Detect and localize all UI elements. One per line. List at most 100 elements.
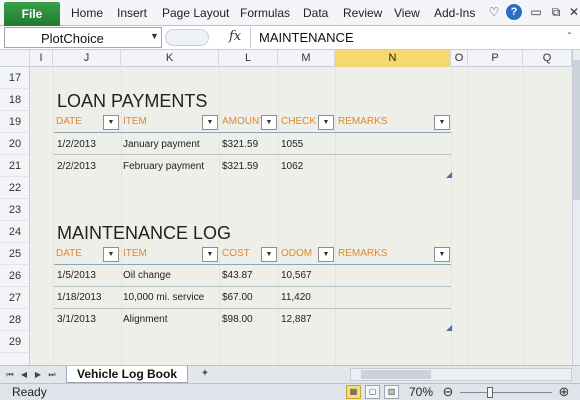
file-tab[interactable]: File [4,2,60,26]
loan-cell-item[interactable]: January payment [123,139,200,150]
tab-add-ins[interactable]: Add-Ins [434,6,475,20]
row-header[interactable]: 29 [0,331,29,353]
filter-dropdown-icon[interactable]: ▼ [261,247,277,262]
loan-cell-item[interactable]: February payment [123,161,204,172]
loan-cell-amount[interactable]: $321.59 [222,139,258,150]
loan-cell-date[interactable]: 1/2/2013 [57,139,96,150]
maint-cell-cost[interactable]: $67.00 [222,292,253,303]
loan-cell-check[interactable]: 1055 [281,139,303,150]
zoom-in-icon[interactable]: ⊕ [557,384,571,399]
maint-header-item: ITEM [123,248,147,259]
tab-review[interactable]: Review [343,6,382,20]
maint-cell-cost[interactable]: $98.00 [222,314,253,325]
loan-cell-amount[interactable]: $321.59 [222,161,258,172]
row-rule [54,154,451,155]
filter-dropdown-icon[interactable]: ▼ [318,247,334,262]
function-icon[interactable]: fx [229,29,241,44]
worksheet-grid[interactable]: LOAN PAYMENTS DATE ▼ ITEM ▼ AMOUNT ▼ CHE… [30,67,572,365]
chevron-down-icon[interactable]: ▼ [150,31,159,41]
maint-cell-date[interactable]: 3/1/2013 [57,314,96,325]
tab-data[interactable]: Data [303,6,328,20]
horizontal-scroll-thumb[interactable] [361,370,431,379]
filter-dropdown-icon[interactable]: ▼ [318,115,334,130]
row-header[interactable]: 24 [0,221,29,243]
row-header[interactable]: 27 [0,287,29,309]
horizontal-scrollbar[interactable] [350,368,572,381]
filter-dropdown-icon[interactable]: ▼ [202,115,218,130]
zoom-level[interactable]: 70% [409,385,433,399]
row-header[interactable]: 18 [0,89,29,111]
table-resize-handle[interactable]: ◢ [446,170,452,179]
maint-cell-odom[interactable]: 12,887 [281,314,312,325]
help-icon[interactable]: ? [506,4,522,20]
insert-sheet-icon[interactable]: ✦ [197,368,213,381]
column-header-n[interactable]: N [335,50,451,67]
formula-input[interactable]: MAINTENANCE [250,27,576,48]
maint-header-odom: ODOM [281,248,313,259]
gridline [523,67,524,365]
loan-cell-date[interactable]: 2/2/2013 [57,161,96,172]
page-layout-view-icon[interactable]: ▢ [365,385,380,399]
expand-formula-icon[interactable]: ⌃ [566,31,573,40]
column-header-q[interactable]: Q [523,50,572,67]
maint-cell-item[interactable]: 10,000 mi. service [123,292,204,303]
row-header[interactable]: 21 [0,155,29,177]
next-sheet-icon[interactable]: ▶ [32,368,44,381]
tab-view[interactable]: View [394,6,420,20]
row-header[interactable]: 26 [0,265,29,287]
filter-dropdown-icon[interactable]: ▼ [434,247,450,262]
column-header-j[interactable]: J [53,50,121,67]
column-header-o[interactable]: O [451,50,468,67]
filter-dropdown-icon[interactable]: ▼ [202,247,218,262]
filter-dropdown-icon[interactable]: ▼ [103,247,119,262]
maint-cell-item[interactable]: Oil change [123,270,171,281]
column-header-i[interactable]: I [30,50,53,67]
row-header[interactable]: 28 [0,309,29,331]
tab-home[interactable]: Home [71,6,103,20]
name-box[interactable]: PlotChoice ▼ [4,27,162,48]
row-header[interactable]: 20 [0,133,29,155]
column-header-p[interactable]: P [468,50,523,67]
normal-view-icon[interactable]: ▦ [346,385,361,399]
first-sheet-icon[interactable]: ⏮ [4,368,16,381]
loan-header-date: DATE [56,116,82,127]
vertical-scrollbar[interactable] [572,50,580,365]
row-header[interactable]: 23 [0,199,29,221]
row-header[interactable]: 25 [0,243,29,265]
page-break-view-icon[interactable]: ▥ [384,385,399,399]
filter-dropdown-icon[interactable]: ▼ [103,115,119,130]
select-all-corner[interactable] [0,50,30,67]
column-header-k[interactable]: K [121,50,219,67]
maint-cell-date[interactable]: 1/18/2013 [57,292,102,303]
column-header-l[interactable]: L [219,50,278,67]
table-resize-handle[interactable]: ◢ [446,323,452,332]
maint-cell-date[interactable]: 1/5/2013 [57,270,96,281]
filter-dropdown-icon[interactable]: ▼ [434,115,450,130]
heart-icon[interactable]: ♡ [486,4,502,20]
maint-cell-item[interactable]: Alignment [123,314,167,325]
column-header-m[interactable]: M [278,50,335,67]
row-header[interactable]: 19 [0,111,29,133]
close-icon[interactable]: ✕ [566,4,580,20]
filter-dropdown-icon[interactable]: ▼ [261,115,277,130]
maint-cell-odom[interactable]: 10,567 [281,270,312,281]
sheet-tab-vehicle-log-book[interactable]: Vehicle Log Book [66,366,188,383]
row-header[interactable]: 17 [0,67,29,89]
maint-cell-cost[interactable]: $43.87 [222,270,253,281]
zoom-slider-thumb[interactable] [487,387,493,398]
minimize-icon[interactable]: ▭ [528,4,544,20]
restore-icon[interactable]: ⧉ [548,4,564,20]
loan-cell-check[interactable]: 1062 [281,161,303,172]
zoom-slider-track[interactable] [460,392,552,393]
maint-cell-odom[interactable]: 11,420 [281,292,311,303]
last-sheet-icon[interactable]: ⏭ [46,368,58,381]
sheet-tab-bar: ⏮ ◀ ▶ ⏭ Vehicle Log Book ✦ [0,365,580,383]
prev-sheet-icon[interactable]: ◀ [18,368,30,381]
tab-page-layout[interactable]: Page Layout [162,6,229,20]
row-header[interactable]: 22 [0,177,29,199]
tab-formulas[interactable]: Formulas [240,6,290,20]
vertical-scroll-thumb[interactable] [573,60,580,200]
tab-insert[interactable]: Insert [117,6,147,20]
status-bar: Ready ▦ ▢ ▥ 70% ⊖ ⊕ [0,383,580,400]
zoom-out-icon[interactable]: ⊖ [441,384,455,399]
